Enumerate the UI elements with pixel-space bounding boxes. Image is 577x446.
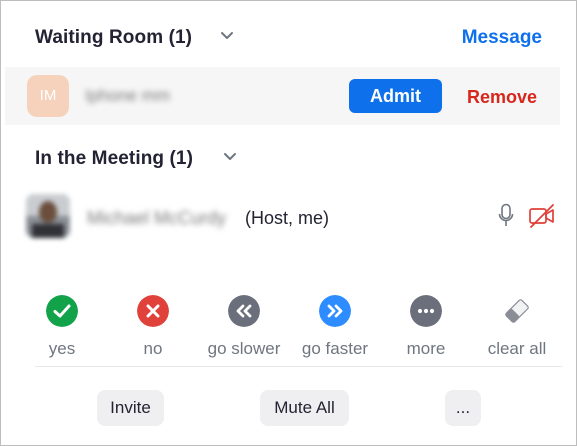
- host-tag: (Host, me): [245, 208, 330, 228]
- chevron-down-icon[interactable]: [220, 31, 234, 41]
- admit-button[interactable]: Admit: [349, 79, 442, 113]
- reaction-no[interactable]: no: [108, 295, 198, 365]
- reaction-label: no: [143, 339, 163, 358]
- reaction-go-slower[interactable]: go slower: [199, 295, 289, 365]
- fast-forward-icon: [319, 295, 351, 327]
- reaction-label: more: [406, 339, 446, 358]
- reaction-label: yes: [48, 339, 76, 358]
- more-options-button[interactable]: ...: [445, 390, 481, 426]
- microphone-icon[interactable]: [498, 203, 514, 229]
- waiting-participant-row: IM Iphone mm Admit Remove: [5, 67, 560, 125]
- divider: [35, 366, 562, 367]
- reaction-go-faster[interactable]: go faster: [290, 295, 380, 365]
- avatar-photo-icon: [26, 194, 70, 238]
- waiting-participant-name: Iphone mm: [85, 86, 171, 105]
- reaction-label: go faster: [301, 339, 369, 358]
- reaction-more[interactable]: more: [381, 295, 471, 365]
- rewind-icon: [228, 295, 260, 327]
- reaction-label: clear all: [487, 339, 547, 358]
- eraser-icon: [505, 299, 529, 323]
- avatar: [26, 194, 70, 238]
- ellipsis-icon: [410, 295, 442, 327]
- participants-panel: Waiting Room (1) Message IM Iphone mm Ad…: [0, 0, 577, 446]
- message-link[interactable]: Message: [462, 27, 542, 49]
- invite-button[interactable]: Invite: [97, 390, 164, 426]
- remove-link[interactable]: Remove: [467, 87, 537, 108]
- waiting-room-title: Waiting Room (1): [35, 27, 193, 48]
- video-off-icon[interactable]: [528, 203, 556, 229]
- mute-all-button[interactable]: Mute All: [260, 390, 349, 426]
- chevron-down-icon[interactable]: [223, 152, 237, 162]
- waiting-room-header: Waiting Room (1) Message: [1, 1, 576, 65]
- reaction-yes[interactable]: yes: [17, 295, 107, 365]
- reaction-clear-all[interactable]: clear all: [472, 295, 562, 365]
- meeting-participant-name: Michael McCurdy: [87, 208, 227, 228]
- reaction-label: go slower: [207, 339, 281, 358]
- check-icon: [46, 295, 78, 327]
- x-icon: [137, 295, 169, 327]
- in-meeting-title: In the Meeting (1): [35, 148, 194, 169]
- avatar: IM: [27, 75, 69, 117]
